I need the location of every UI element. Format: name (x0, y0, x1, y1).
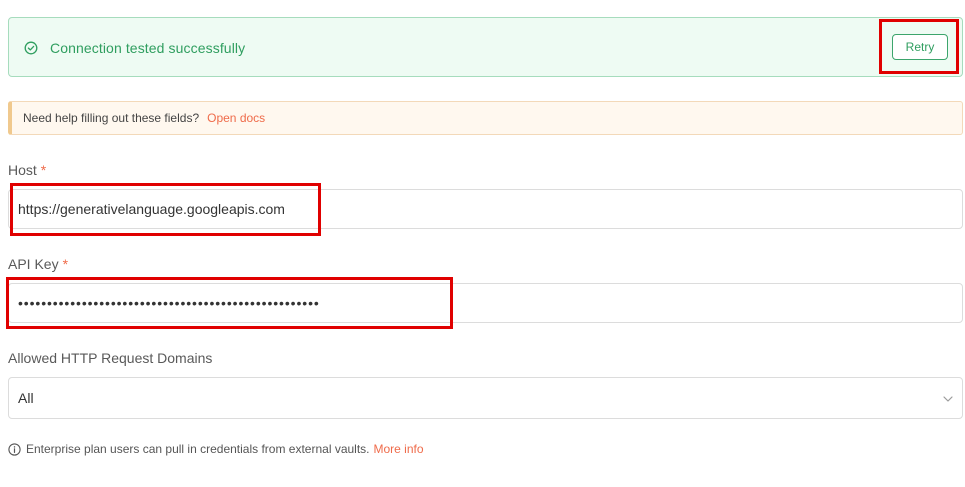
allowed-domains-selected-value: All (18, 390, 34, 406)
allowed-domains-label-text: Allowed HTTP Request Domains (8, 350, 213, 366)
api-key-label: API Key * (8, 256, 68, 272)
chevron-down-icon (943, 396, 953, 402)
info-icon (8, 442, 21, 456)
retry-button[interactable]: Retry (892, 34, 948, 60)
check-circle-icon (24, 41, 38, 55)
vault-note-text: Enterprise plan users can pull in creden… (26, 442, 370, 456)
host-input[interactable]: https://generativelanguage.googleapis.co… (8, 189, 963, 229)
required-mark: * (62, 256, 69, 272)
more-info-link[interactable]: More info (374, 442, 424, 456)
open-docs-link[interactable]: Open docs (207, 111, 265, 125)
allowed-domains-label: Allowed HTTP Request Domains (8, 350, 212, 366)
vault-note: Enterprise plan users can pull in creden… (8, 442, 424, 456)
required-mark: * (40, 162, 47, 178)
help-callout: Need help filling out these fields? Open… (8, 101, 963, 135)
allowed-domains-select[interactable]: All (8, 377, 963, 419)
api-key-input[interactable]: ••••••••••••••••••••••••••••••••••••••••… (8, 283, 963, 323)
connection-status-banner: Connection tested successfully Retry (8, 17, 963, 77)
host-input-value: https://generativelanguage.googleapis.co… (18, 201, 285, 217)
api-key-masked-value: ••••••••••••••••••••••••••••••••••••••••… (18, 295, 320, 311)
status-message: Connection tested successfully (50, 40, 246, 56)
credential-form: Connection tested successfully Retry Nee… (0, 0, 965, 487)
api-key-label-text: API Key (8, 256, 59, 272)
host-label-text: Host (8, 162, 37, 178)
host-label: Host * (8, 162, 46, 178)
help-text: Need help filling out these fields? (23, 111, 200, 125)
